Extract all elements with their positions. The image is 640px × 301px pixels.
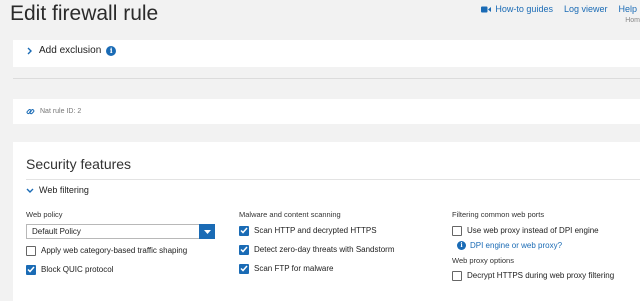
how-to-guides-link[interactable]: How-to guides (481, 4, 553, 14)
checkbox[interactable] (239, 225, 249, 236)
dpi-engine-help-link[interactable]: i DPI engine or web proxy? (457, 239, 640, 251)
dropdown-button[interactable] (199, 224, 215, 239)
video-camera-icon (481, 6, 492, 12)
help-link[interactable]: Help (618, 4, 637, 14)
web-policy-column: Web policy Default Policy Apply web cate… (26, 210, 221, 282)
web-filtering-toggle[interactable]: Web filtering (26, 185, 89, 195)
checkmark-icon (27, 266, 35, 273)
filtering-ports-column: Filtering common web ports Use web proxy… (452, 210, 640, 288)
checkbox-label: Detect zero-day threats with Sandstorm (254, 245, 395, 254)
add-exclusion-toggle[interactable]: Add exclusion i (27, 45, 117, 56)
block-quic-option[interactable]: Block QUIC protocol (26, 263, 221, 276)
log-viewer-link[interactable]: Log viewer (564, 4, 608, 14)
security-features-title: Security features (26, 156, 132, 172)
checkmark-icon (240, 227, 248, 234)
checkbox[interactable] (26, 245, 36, 256)
info-icon: i (457, 240, 466, 250)
checkbox-label: Decrypt HTTPS during web proxy filtering (467, 271, 615, 280)
scan-ftp-option[interactable]: Scan FTP for malware (239, 262, 439, 275)
web-policy-select[interactable]: Default Policy (26, 224, 215, 239)
how-to-guides-label: How-to guides (495, 4, 553, 14)
checkbox[interactable] (26, 264, 36, 275)
checkbox-label: Apply web category-based traffic shaping (41, 246, 188, 255)
checkbox-label: Block QUIC protocol (41, 265, 114, 274)
nat-rule-label: Nat rule ID: 2 (40, 108, 82, 115)
exclusion-panel: Add exclusion i (13, 40, 640, 67)
checkbox[interactable] (239, 244, 249, 255)
web-filtering-label: Web filtering (39, 185, 89, 195)
malware-heading: Malware and content scanning (239, 210, 341, 219)
section-divider (13, 78, 640, 79)
nat-rule-link[interactable]: Nat rule ID: 2 (26, 107, 81, 116)
filtering-ports-heading: Filtering common web ports (452, 210, 545, 219)
breadcrumb[interactable]: Hom (625, 17, 640, 24)
caret-down-icon (203, 229, 211, 234)
checkbox-label: Use web proxy instead of DPI engine (467, 226, 599, 235)
checkbox[interactable] (452, 270, 462, 281)
info-icon[interactable]: i (106, 45, 117, 56)
checkmark-icon (240, 246, 248, 253)
chevron-down-icon (26, 188, 34, 193)
scan-http-option[interactable]: Scan HTTP and decrypted HTTPS (239, 224, 439, 237)
decrypt-https-option[interactable]: Decrypt HTTPS during web proxy filtering (452, 269, 640, 282)
use-web-proxy-option[interactable]: Use web proxy instead of DPI engine (452, 224, 640, 237)
checkbox[interactable] (452, 225, 462, 236)
sandstorm-option[interactable]: Detect zero-day threats with Sandstorm (239, 243, 439, 256)
page-title: Edit firewall rule (10, 2, 159, 25)
checkbox-label: Scan FTP for malware (254, 264, 334, 273)
nat-panel: Nat rule ID: 2 (13, 99, 640, 124)
traffic-shaping-option[interactable]: Apply web category-based traffic shaping (26, 244, 221, 257)
chevron-right-icon (27, 47, 32, 54)
add-exclusion-label: Add exclusion (39, 45, 102, 56)
checkmark-icon (240, 265, 248, 272)
checkbox[interactable] (239, 263, 249, 274)
dpi-engine-help-label: DPI engine or web proxy? (470, 240, 563, 250)
link-icon (26, 109, 35, 115)
malware-scanning-column: Malware and content scanning Scan HTTP a… (239, 210, 439, 281)
security-divider (26, 179, 640, 180)
header-links: How-to guides Log viewer Help (481, 4, 640, 14)
web-policy-value: Default Policy (32, 227, 81, 236)
web-proxy-options-heading: Web proxy options (452, 256, 514, 265)
checkbox-label: Scan HTTP and decrypted HTTPS (254, 226, 377, 235)
security-features-panel: Security features Web filtering Web poli… (13, 142, 640, 301)
web-policy-heading: Web policy (26, 210, 63, 219)
